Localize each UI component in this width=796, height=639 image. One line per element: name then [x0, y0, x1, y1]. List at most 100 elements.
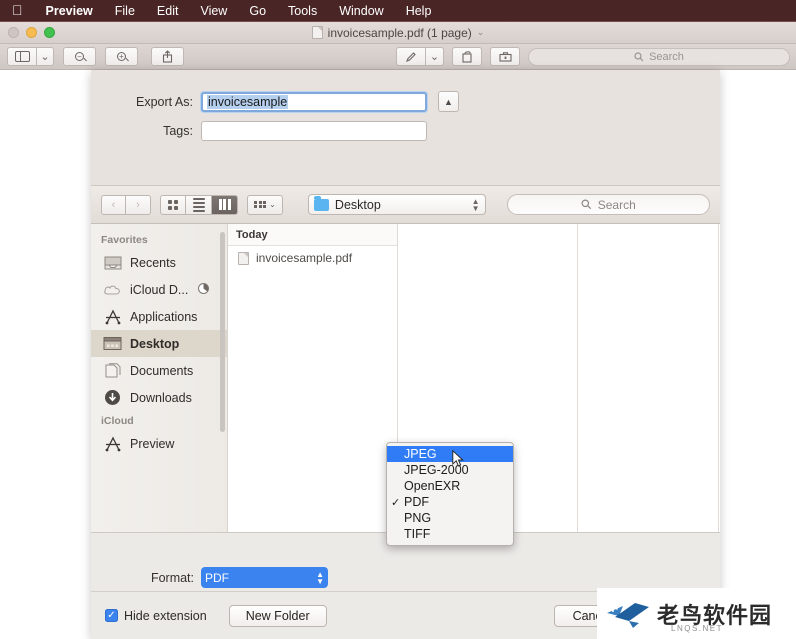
- menu-option-label: PDF: [404, 495, 429, 509]
- back-button[interactable]: ‹: [101, 195, 126, 215]
- search-icon: [634, 52, 644, 62]
- chevron-down-icon[interactable]: ⌄: [477, 27, 485, 38]
- pen-icon: [405, 51, 417, 63]
- list-view-button[interactable]: [186, 195, 212, 215]
- sidebar-item-label: iCloud D...: [130, 283, 188, 297]
- format-dropdown-menu: JPEG JPEG-2000 OpenEXR ✓ PDF PNG TIFF: [386, 442, 514, 546]
- columns-icon: [219, 199, 231, 210]
- app-toolbar: ⌄ − +: [0, 44, 796, 70]
- document-title: invoicesample.pdf (1 page) ⌄: [0, 26, 796, 40]
- toolkit-button[interactable]: [490, 47, 520, 66]
- menu-item-window[interactable]: Window: [328, 4, 394, 18]
- sidebar-item-documents[interactable]: Documents: [91, 357, 227, 384]
- zoom-in-icon: +: [117, 52, 126, 61]
- export-as-value: invoicesample: [207, 95, 288, 109]
- list-icon: [193, 198, 205, 212]
- sidebar-item-desktop[interactable]: Desktop: [91, 330, 227, 357]
- menu-option-jpeg[interactable]: JPEG: [387, 446, 513, 462]
- file-list-item[interactable]: invoicesample.pdf: [228, 246, 397, 270]
- plus-glyph: +: [119, 53, 124, 61]
- menu-option-openexr[interactable]: OpenEXR: [387, 478, 513, 494]
- tags-label: Tags:: [91, 124, 201, 138]
- desktop-icon: [103, 335, 122, 352]
- sidebar-toggle-button[interactable]: [7, 47, 37, 66]
- tags-input[interactable]: [201, 121, 427, 141]
- column-view-button[interactable]: [212, 195, 238, 215]
- menu-checkmark: ✓: [391, 496, 404, 509]
- icloud-progress-icon: [198, 283, 209, 297]
- sidebar-section-favorites: Favorites: [91, 230, 227, 249]
- rotate-button[interactable]: [452, 47, 482, 66]
- pdf-file-icon: [238, 252, 249, 265]
- document-title-text: invoicesample.pdf (1 page): [328, 26, 472, 40]
- applications-icon: [103, 308, 122, 325]
- sidebar-item-label: Applications: [130, 310, 197, 324]
- sidebar-item-label: Recents: [130, 256, 176, 270]
- menu-option-label: JPEG: [404, 447, 437, 461]
- markup-button[interactable]: [396, 47, 426, 66]
- search-icon: [581, 199, 592, 210]
- menu-option-pdf[interactable]: ✓ PDF: [387, 494, 513, 510]
- new-folder-button[interactable]: New Folder: [229, 605, 327, 627]
- menu-item-edit[interactable]: Edit: [146, 4, 190, 18]
- origami-bird-icon: [605, 597, 651, 631]
- chevron-down-icon: ⌄: [269, 200, 276, 209]
- sidebar-item-applications[interactable]: Applications: [91, 303, 227, 330]
- pdf-file-icon: [312, 26, 323, 39]
- zoom-in-button[interactable]: +: [105, 47, 138, 66]
- menu-item-go[interactable]: Go: [238, 4, 277, 18]
- format-label: Format:: [91, 571, 201, 585]
- location-popup-button[interactable]: Desktop ▲▼: [308, 194, 486, 215]
- toolbar-search-field[interactable]: Search: [528, 48, 790, 66]
- forward-button[interactable]: ›: [126, 195, 151, 215]
- chevron-down-icon: ⌄: [430, 50, 439, 63]
- menu-item-preview[interactable]: Preview: [35, 4, 104, 18]
- downloads-icon: [103, 389, 122, 406]
- sidebar-options-button[interactable]: ⌄: [37, 47, 54, 66]
- format-value: PDF: [205, 571, 229, 585]
- sheet-search-placeholder: Search: [598, 198, 636, 212]
- sidebar-item-downloads[interactable]: Downloads: [91, 384, 227, 411]
- hide-extension-row[interactable]: ✓ Hide extension: [105, 609, 207, 623]
- checkmark-icon: ✓: [107, 610, 115, 621]
- export-as-input[interactable]: invoicesample: [201, 92, 427, 112]
- menu-item-tools[interactable]: Tools: [277, 4, 328, 18]
- sheet-search-field[interactable]: Search: [507, 194, 711, 215]
- menu-item-file[interactable]: File: [104, 4, 146, 18]
- hide-extension-checkbox[interactable]: ✓: [105, 609, 118, 622]
- share-button[interactable]: [151, 47, 184, 66]
- arrange-button[interactable]: ⌄: [247, 195, 283, 215]
- sidebar-section-icloud: iCloud: [91, 411, 227, 430]
- menu-option-jpeg2000[interactable]: JPEG-2000: [387, 462, 513, 478]
- sidebar-scrollbar[interactable]: [220, 232, 225, 432]
- sidebar-item-recents[interactable]: Recents: [91, 249, 227, 276]
- hide-extension-label: Hide extension: [124, 609, 207, 623]
- stepper-icon: ▲▼: [472, 198, 480, 212]
- recents-icon: [103, 254, 122, 271]
- tags-row: Tags:: [91, 121, 427, 141]
- menu-option-label: OpenEXR: [404, 479, 460, 493]
- chevron-left-icon: ‹: [112, 199, 116, 211]
- file-name: invoicesample.pdf: [256, 251, 352, 265]
- format-row: Format: PDF ▲▼: [91, 567, 328, 588]
- view-mode-group: [160, 195, 238, 215]
- menu-item-help[interactable]: Help: [395, 4, 443, 18]
- collapse-sheet-button[interactable]: ▲: [438, 91, 459, 112]
- export-sheet: Export As: invoicesample ▲ Tags: ‹: [91, 70, 720, 639]
- menu-item-view[interactable]: View: [189, 4, 238, 18]
- sidebar-item-preview[interactable]: Preview: [91, 430, 227, 457]
- sidebar-item-label: Desktop: [130, 337, 179, 351]
- menu-option-tiff[interactable]: TIFF: [387, 526, 513, 542]
- markup-options-button[interactable]: ⌄: [426, 47, 444, 66]
- format-popup-button[interactable]: PDF ▲▼: [201, 567, 328, 588]
- stepper-icon: ▲▼: [310, 571, 324, 585]
- sidebar-item-icloud-drive[interactable]: iCloud D...: [91, 276, 227, 303]
- rotate-icon: [461, 50, 473, 63]
- apple-logo-icon[interactable]: : [8, 2, 35, 20]
- sheet-header: Export As: invoicesample ▲ Tags:: [91, 70, 720, 186]
- zoom-out-button[interactable]: −: [63, 47, 96, 66]
- sidebar-item-label: Documents: [130, 364, 193, 378]
- menu-option-label: PNG: [404, 511, 431, 525]
- menu-option-png[interactable]: PNG: [387, 510, 513, 526]
- icon-view-button[interactable]: [160, 195, 186, 215]
